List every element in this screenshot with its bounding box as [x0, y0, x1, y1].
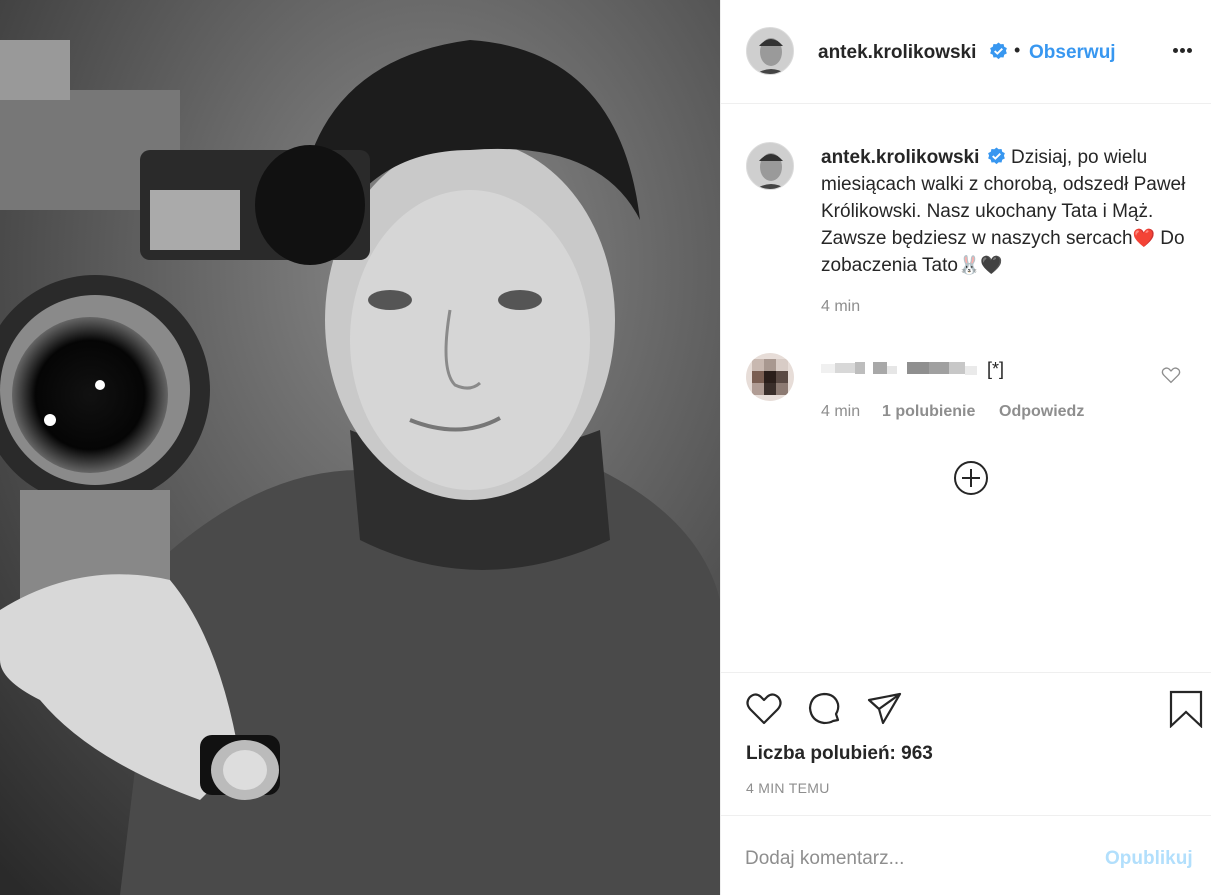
- comment-time[interactable]: 4 min: [821, 403, 860, 421]
- comment-likes[interactable]: 1 polubienie: [882, 403, 975, 421]
- author-avatar[interactable]: [746, 27, 794, 75]
- commenter-avatar-blurred[interactable]: [746, 353, 794, 401]
- black-heart-emoji: 🖤: [980, 255, 1003, 275]
- pixelated-avatar: [746, 353, 794, 401]
- follow-button[interactable]: Obserwuj: [1029, 42, 1116, 64]
- avatar-photo: [747, 28, 793, 74]
- author-username[interactable]: antek.krolikowski: [818, 42, 976, 64]
- like-heart-icon[interactable]: [745, 690, 783, 728]
- rabbit-emoji: 🐰: [957, 255, 981, 275]
- post-details-pane: antek.krolikowski • Obserwuj antek.kroli…: [720, 0, 1211, 895]
- caption-author-avatar[interactable]: [746, 142, 794, 190]
- post-timestamp[interactable]: 4 MIN TEMU: [746, 780, 830, 796]
- comment-reply-button[interactable]: Odpowiedz: [999, 403, 1084, 421]
- post-photo-image: [0, 0, 720, 895]
- post-photo[interactable]: [0, 0, 720, 895]
- add-comment-input[interactable]: [745, 844, 1085, 874]
- save-bookmark-icon[interactable]: [1167, 690, 1205, 729]
- share-paper-plane-icon[interactable]: [865, 690, 903, 728]
- caption-time[interactable]: 4 min: [821, 298, 860, 316]
- comment-bubble-icon[interactable]: [805, 690, 843, 728]
- blurred-commenter-name[interactable]: [821, 358, 981, 378]
- add-comment-box: Opublikuj: [721, 815, 1211, 895]
- load-more-comments-icon[interactable]: [953, 460, 989, 496]
- avatar-photo: [747, 143, 793, 189]
- red-heart-emoji: ❤️: [1132, 228, 1155, 248]
- comment-like-heart-icon[interactable]: [1161, 366, 1181, 384]
- likes-count[interactable]: Liczba polubień: 963: [746, 743, 933, 765]
- verified-badge-icon: [989, 42, 1008, 61]
- caption-username[interactable]: antek.krolikowski: [821, 147, 979, 168]
- publish-button[interactable]: Opublikuj: [1105, 848, 1193, 870]
- post-caption: antek.krolikowski Dzisiaj, po wielu mies…: [821, 144, 1191, 279]
- post-header: antek.krolikowski • Obserwuj: [721, 0, 1211, 104]
- separator-dot: •: [1014, 40, 1021, 60]
- more-options-icon[interactable]: [1173, 40, 1199, 64]
- comment-text: [*]: [987, 359, 1005, 379]
- verified-badge-icon: [987, 147, 1006, 166]
- actions-divider: [721, 672, 1211, 673]
